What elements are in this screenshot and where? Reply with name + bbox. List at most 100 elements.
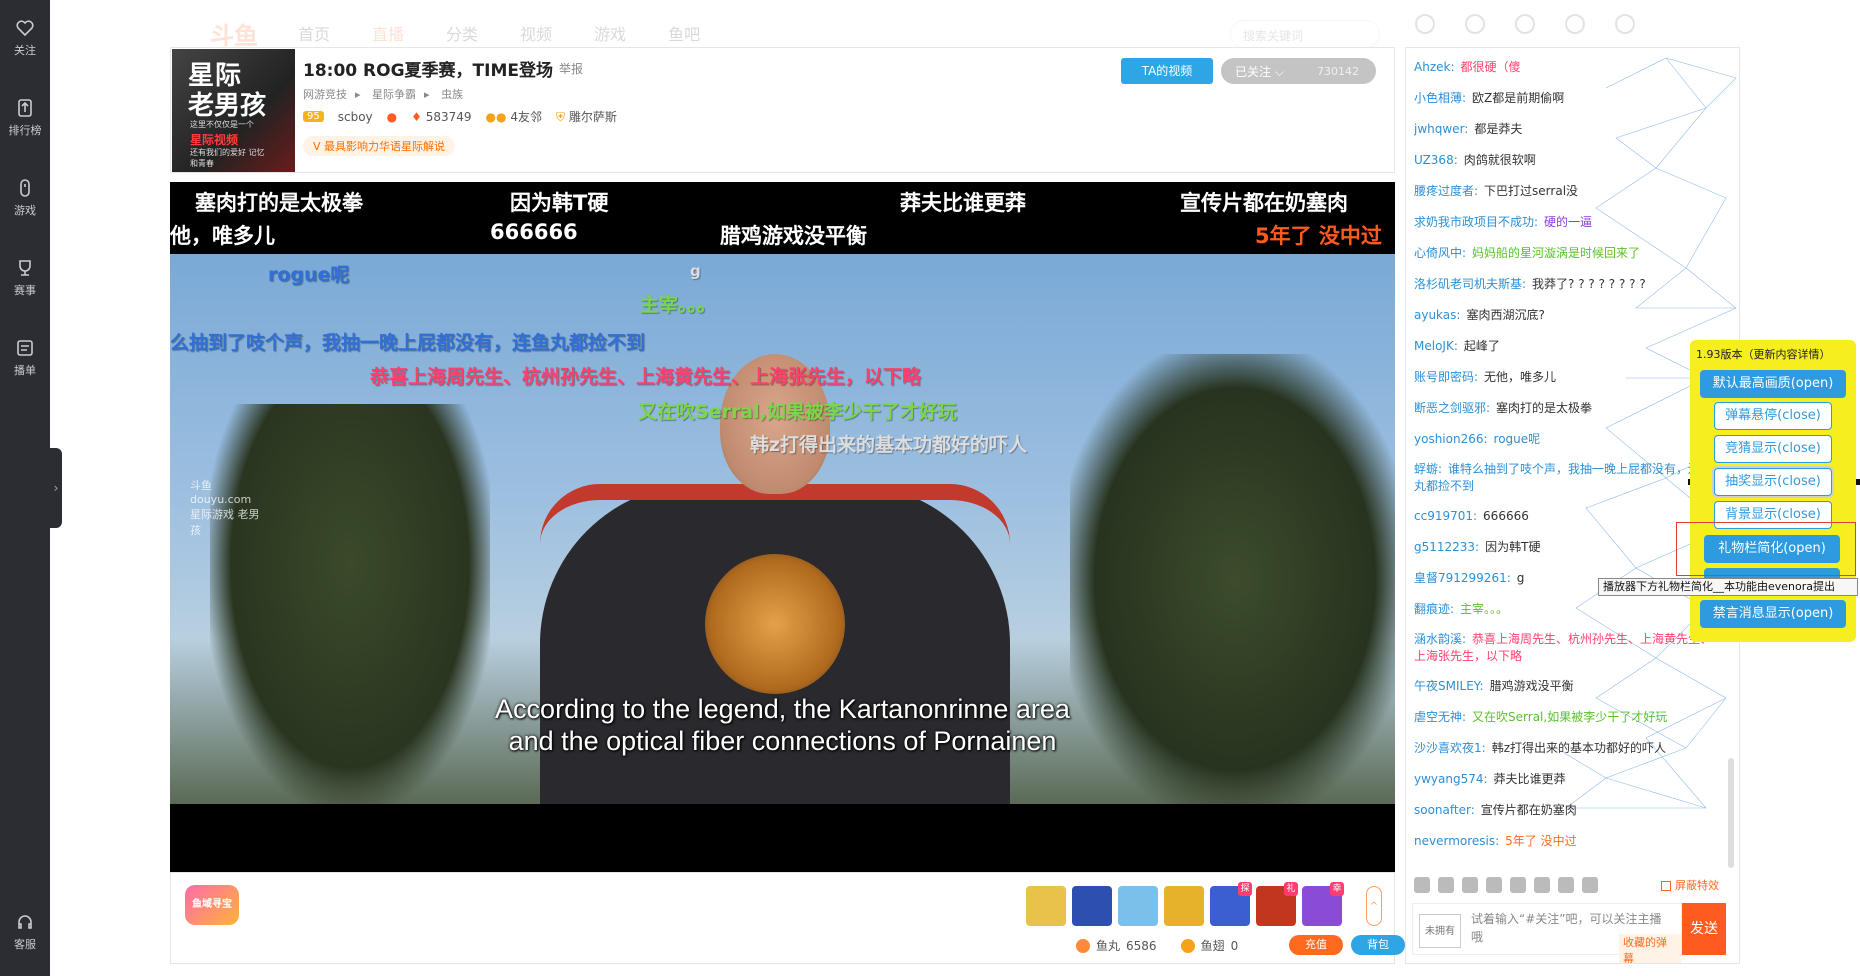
room-cover[interactable]: 星际 老男孩 这里不仅仅是一个 星际视频 还有我们的爱好 记忆和青春 <box>172 49 295 172</box>
ranking-icon <box>18 99 32 117</box>
chat-username[interactable]: Ahzek: <box>1414 60 1455 74</box>
danmaku: 韩z打得出来的基本功都好的吓人 <box>750 434 1028 456</box>
rail-item-ranking[interactable]: 排行榜 <box>0 98 50 138</box>
favorite-danmaku-button[interactable]: 收藏的弹幕 <box>1619 934 1681 963</box>
chat-username[interactable]: UZ368: <box>1414 153 1458 167</box>
chat-username[interactable]: 断恶之剑驱邪: <box>1414 401 1490 415</box>
plugin-toggle-danmaku-hover[interactable]: 弹幕悬停(close) <box>1714 402 1832 430</box>
rocket-gift-icon[interactable] <box>1026 886 1066 926</box>
friends-label: 4友邻 <box>510 110 542 124</box>
explore-gift-icon[interactable]: 探 <box>1210 882 1252 926</box>
nav-home[interactable]: 首页 <box>298 21 330 45</box>
guild[interactable]: ⛨ 雕尔萨斯 <box>556 108 617 125</box>
search-input[interactable]: 搜索关键词 <box>1230 20 1380 48</box>
rail-item-service[interactable]: 客服 <box>0 912 50 952</box>
rail-item-playlist[interactable]: 播单 <box>0 338 50 378</box>
chat-message: 账号即密码: 无他，唯多儿 <box>1414 362 1714 393</box>
lucky-gift-icon[interactable]: 幸 <box>1302 882 1344 926</box>
hot-value: ♦ 583749 <box>411 110 471 124</box>
gift-icon[interactable] <box>1558 877 1574 893</box>
treasure-hunt-button[interactable]: 鱼域寻宝 <box>185 885 239 925</box>
broadcast-icon[interactable] <box>1462 877 1478 893</box>
plugin-toggle-guess[interactable]: 竞猜显示(close) <box>1714 435 1832 463</box>
guild-shield-icon: ⛨ <box>555 110 565 124</box>
chat-scrollbar[interactable] <box>1728 758 1734 868</box>
chat-username[interactable]: jwhqwer: <box>1414 122 1468 136</box>
follow-icon[interactable] <box>1465 14 1485 34</box>
ta-video-button[interactable]: TA的视频 <box>1121 58 1213 84</box>
send-button[interactable]: 发送 <box>1682 903 1726 955</box>
chat-username[interactable]: g5112233: <box>1414 540 1479 554</box>
nav-live[interactable]: 直播 <box>372 21 404 45</box>
chat-text: 塞肉打的是太极拳 <box>1496 401 1593 415</box>
chat-username[interactable]: 心倚风中: <box>1414 246 1466 260</box>
chat-username[interactable]: yoshion266: <box>1414 432 1488 446</box>
emoji-icon[interactable] <box>1414 877 1430 893</box>
fan-icon[interactable] <box>1510 877 1526 893</box>
chat-username[interactable]: ywyang574: <box>1414 772 1488 786</box>
chat-username[interactable]: 涵水韵溪: <box>1414 632 1466 646</box>
chat-username[interactable]: 午夜SMILEY: <box>1414 679 1484 693</box>
chat-username[interactable]: cc919701: <box>1414 509 1477 523</box>
shield-effects-toggle[interactable]: 屏蔽特效 <box>1661 877 1719 893</box>
plugin-version-link[interactable]: 1.93版本（更新内容详情） <box>1696 346 1831 362</box>
chat-input[interactable]: 未拥有 试着输入“#关注”吧，可以关注主播哦 收藏的弹幕 <box>1412 903 1682 963</box>
follow-button[interactable]: 已关注 ⌵ 730142 <box>1221 58 1376 84</box>
recharge-button[interactable]: 充值 <box>1289 935 1343 955</box>
spaceship-gift-icon[interactable] <box>1072 886 1112 926</box>
chat-username[interactable]: 蜉蝣: <box>1414 462 1442 476</box>
plugin-toggle-muted-messages[interactable]: 禁言消息显示(open) <box>1700 600 1846 628</box>
breadcrumb-item[interactable]: 虫族 <box>441 88 463 101</box>
rail-item-games[interactable]: 游戏 <box>0 178 50 218</box>
plugin-toggle-best-quality[interactable]: 默认最高画质(open) <box>1700 370 1846 398</box>
noble-icon[interactable] <box>1534 877 1550 893</box>
link-icon[interactable] <box>1582 877 1598 893</box>
chat-message: 虐空无神: 又在吹Serral,如果被李少干了才好玩 <box>1414 702 1714 733</box>
plugin-toggle-lottery[interactable]: 抽奖显示(close) <box>1714 468 1832 496</box>
chat-message: 断恶之剑驱邪: 塞肉打的是太极拳 <box>1414 393 1714 424</box>
rail-item-events[interactable]: 赛事 <box>0 258 50 298</box>
gift-list: 探 礼 幸 <box>1026 882 1344 926</box>
history-icon[interactable] <box>1415 14 1435 34</box>
fan-badge-select[interactable]: 未拥有 <box>1419 914 1461 948</box>
avatar[interactable] <box>1615 14 1635 34</box>
video-player[interactable]: 塞肉打的是太极拳 因为韩T硬 莽夫比谁更莽 宣传片都在奶塞肉 他，唯多儿 666… <box>170 182 1395 872</box>
gold-bar-gift-icon[interactable] <box>1164 886 1204 926</box>
chat-username[interactable]: 虐空无神: <box>1414 710 1466 724</box>
sidebar-expand-button[interactable]: › <box>50 448 62 528</box>
rail-item-follow[interactable]: 关注 <box>0 18 50 58</box>
douyu-logo[interactable]: 斗鱼 <box>210 16 258 51</box>
backpack-button[interactable]: 背包 <box>1351 935 1405 955</box>
nav-category[interactable]: 分类 <box>446 21 478 45</box>
chat-username[interactable]: 皇督791299261: <box>1414 571 1511 585</box>
crown-icon[interactable] <box>1486 877 1502 893</box>
anchor-name[interactable]: scboy <box>338 110 373 124</box>
chat-username[interactable]: 求奶我市政项目不成功: <box>1414 215 1538 229</box>
message-icon[interactable]: ● <box>387 110 397 124</box>
chat-username[interactable]: 翻痕迹: <box>1414 602 1454 616</box>
chat-username[interactable]: MeloJK: <box>1414 339 1458 353</box>
expand-gifts-button[interactable]: ^ <box>1366 886 1382 926</box>
chat-text: 肉鸽就很软啊 <box>1463 153 1536 167</box>
friends[interactable]: ●● 4友邻 <box>486 108 542 125</box>
checkbox[interactable] <box>1661 881 1671 891</box>
chat-username[interactable]: 洛杉矶老司机夫斯基: <box>1414 277 1526 291</box>
chat-username[interactable]: 腰疼过度者: <box>1414 184 1478 198</box>
card-icon[interactable] <box>1438 877 1454 893</box>
video-icon[interactable] <box>1515 14 1535 34</box>
breadcrumb-item[interactable]: 网游竞技 <box>303 88 347 101</box>
chat-username[interactable]: soonafter: <box>1414 803 1475 817</box>
nav-fishbar[interactable]: 鱼吧 <box>668 21 700 45</box>
breadcrumb-item[interactable]: 星际争霸 <box>372 88 416 101</box>
chat-username[interactable]: nevermoresis: <box>1414 834 1499 848</box>
plane-gift-icon[interactable] <box>1118 886 1158 926</box>
chat-username[interactable]: ayukas: <box>1414 308 1460 322</box>
nav-games[interactable]: 游戏 <box>594 21 626 45</box>
chat-username[interactable]: 账号即密码: <box>1414 370 1478 384</box>
report-link[interactable]: 举报 <box>559 60 583 77</box>
chat-username[interactable]: 沙沙喜欢夜1: <box>1414 741 1486 755</box>
gift-box-gift-icon[interactable]: 礼 <box>1256 882 1298 926</box>
notification-icon[interactable] <box>1565 14 1585 34</box>
nav-video[interactable]: 视频 <box>520 21 552 45</box>
chat-username[interactable]: 小色相薄: <box>1414 91 1466 105</box>
